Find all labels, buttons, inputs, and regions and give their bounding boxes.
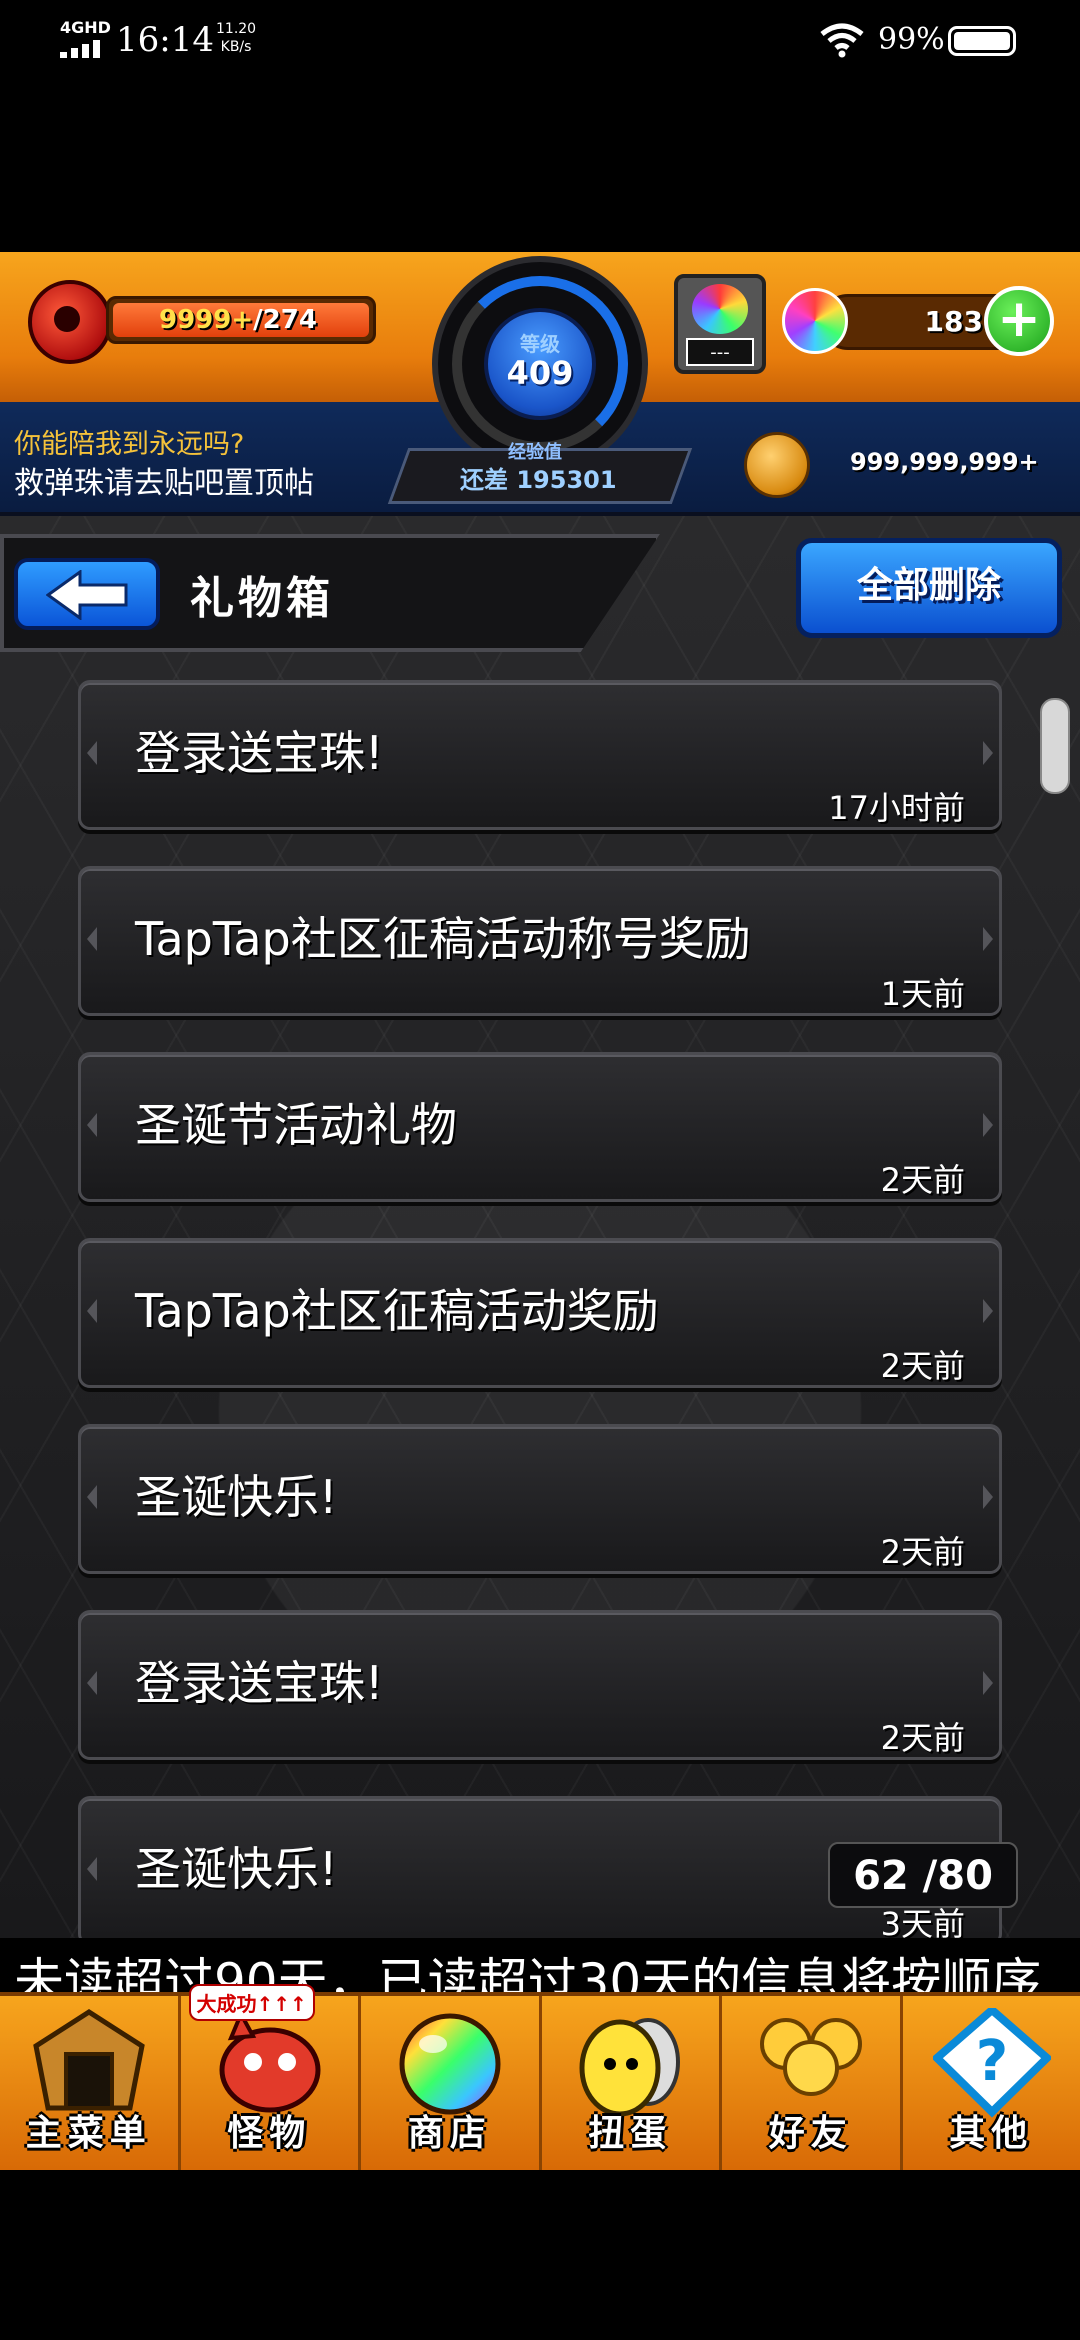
coin-count: 999,999,999+ [850, 448, 1039, 476]
battery-percent: 99% [878, 22, 945, 57]
nav-monsters[interactable]: 大成功↑↑↑ 怪物 [181, 1984, 361, 2170]
nav-label: 商店 [407, 2113, 492, 2154]
orb-count: 183 [924, 305, 983, 338]
gift-time: 2天前 [880, 1161, 965, 1199]
net-speed-unit: KB/s [220, 39, 252, 55]
gift-title: 圣诞快乐! [135, 1470, 338, 1524]
net-speed-value: 11.20 [216, 21, 257, 37]
gift-time: 2天前 [880, 1347, 965, 1385]
wifi-icon [820, 23, 864, 58]
gift-title: 登录送宝珠! [135, 726, 384, 780]
nav-other[interactable]: ? 其他 [903, 1996, 1080, 2170]
gift-title: TapTap社区征稿活动称号奖励 [135, 912, 751, 966]
gift-item[interactable]: 登录送宝珠! 2天前 [78, 1610, 1002, 1760]
level-core: 等级 409 [484, 308, 596, 420]
gift-title: TapTap社区征稿活动奖励 [135, 1284, 659, 1338]
egg-icon [579, 2018, 680, 2117]
gift-item[interactable]: 圣诞节活动礼物 2天前 [78, 1052, 1002, 1202]
nav-main-menu[interactable]: 主菜单 [0, 1996, 181, 2170]
stamina-bar: 9999+/274 [106, 296, 376, 344]
question-icon: ? [932, 2008, 1051, 2118]
gift-title: 圣诞节活动礼物 [135, 1098, 457, 1152]
monster-icon [219, 2009, 320, 2113]
nav-friends[interactable]: 好友 [722, 1996, 903, 2170]
friends-balloons-icon [760, 2018, 862, 2096]
home-gate-icon [33, 2009, 145, 2111]
gift-item[interactable]: TapTap社区征稿活动称号奖励 1天前 [78, 866, 1002, 1016]
rainbow-orb-icon [399, 2013, 501, 2115]
bottom-nav: 主菜单 大成功↑↑↑ 怪物 商店 扭蛋 好友 ? 其他 [0, 1984, 1080, 2170]
stamina-text: 9999+/274 [159, 305, 317, 335]
net-speed: 11.20 KB/s [216, 20, 256, 56]
gift-item[interactable]: 登录送宝珠! 17小时前 [78, 680, 1002, 830]
level-label: 等级 [520, 332, 560, 356]
news-line-1[interactable]: 你能陪我到永远吗? [14, 422, 244, 461]
gacha-ball-icon [692, 284, 748, 334]
gift-time: 2天前 [880, 1533, 965, 1571]
level-number: 409 [506, 354, 574, 392]
status-bar: 4GHD 16:14 11.20 KB/s 99% [0, 0, 1080, 80]
news-line-2[interactable]: 救弹珠请去贴吧置顶帖 [14, 458, 314, 502]
gift-item[interactable]: 圣诞快乐! 2天前 [78, 1424, 1002, 1574]
back-arrow-icon [46, 570, 128, 620]
page-title: 礼物箱 [190, 573, 334, 624]
svg-text:?: ? [975, 2029, 1007, 2094]
gacha-slot: --- [686, 338, 754, 366]
gift-title: 圣诞快乐! [135, 1842, 338, 1896]
buy-orbs-button[interactable]: + [984, 286, 1054, 356]
nav-label: 主菜单 [25, 2113, 152, 2154]
gift-item[interactable]: TapTap社区征稿活动奖励 2天前 [78, 1238, 1002, 1388]
gacha-machine-icon[interactable]: --- [674, 274, 766, 374]
gold-coin-icon [744, 432, 810, 498]
gift-time: 2天前 [880, 1719, 965, 1757]
rainbow-orb-icon [782, 288, 848, 354]
gift-time: 1天前 [880, 975, 965, 1013]
back-button[interactable] [14, 558, 160, 630]
delete-all-button[interactable]: 全部删除 [796, 538, 1062, 638]
gift-title: 登录送宝珠! [135, 1656, 384, 1710]
signal-icon [60, 40, 104, 58]
nav-label: 其他 [949, 2113, 1034, 2154]
nav-label: 好友 [768, 2113, 853, 2154]
gift-counter: 62 /80 [828, 1842, 1018, 1908]
nav-label: 扭蛋 [588, 2113, 673, 2154]
stamina-current: 9999+ [159, 305, 254, 335]
network-type: 4GHD [60, 18, 111, 37]
nav-shop[interactable]: 商店 [361, 1996, 542, 2170]
nav-label: 怪物 [227, 2113, 312, 2154]
nav-badge: 大成功↑↑↑ [188, 1984, 315, 2021]
gift-time: 17小时前 [828, 789, 965, 827]
scroll-thumb[interactable] [1040, 698, 1070, 794]
clock: 16:14 [116, 20, 214, 60]
nav-gacha[interactable]: 扭蛋 [542, 1996, 722, 2170]
stamina-icon [28, 280, 112, 364]
battery-icon [948, 26, 1016, 56]
game-screen: 9999+/274 等级 409 --- 183 + 你能陪我到永远吗? 救弹珠… [0, 252, 1080, 2170]
stamina-max: /274 [253, 305, 317, 335]
exp-remaining: 还差 195301 [460, 466, 617, 494]
